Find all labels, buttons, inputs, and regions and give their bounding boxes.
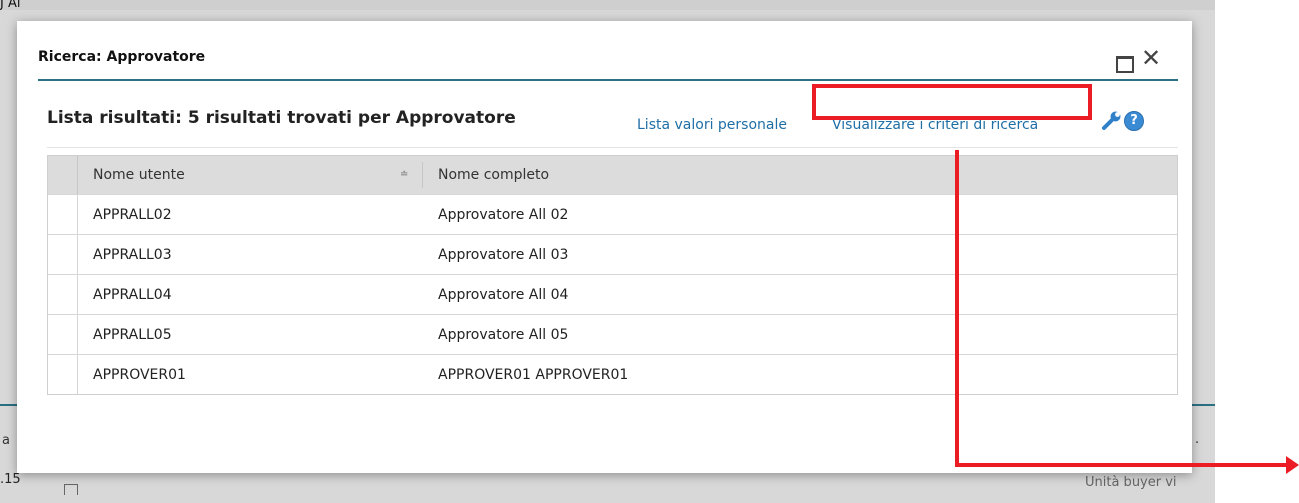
table-header: Nome utente ≐ Nome completo xyxy=(48,156,1177,194)
row-selector[interactable] xyxy=(48,195,78,234)
personal-values-link[interactable]: Lista valori personale xyxy=(637,117,787,133)
column-divider[interactable] xyxy=(422,162,423,188)
cell-username: APPRALL02 xyxy=(93,206,172,223)
dialog-title: Ricerca: Approvatore xyxy=(38,49,206,65)
background-right-text: . xyxy=(1195,432,1200,447)
cell-username: APPRALL05 xyxy=(93,326,172,343)
title-divider xyxy=(38,79,1178,81)
cell-fullname: Approvatore All 02 xyxy=(438,206,569,223)
background-top-left-text: J Al xyxy=(0,0,21,11)
background-left-cell-text: a xyxy=(2,433,10,448)
callout-arrow-icon xyxy=(1286,456,1299,474)
background-checkbox xyxy=(64,484,78,495)
table-row[interactable]: APPRALL02 Approvatore All 02 xyxy=(48,194,1177,234)
select-all-cell[interactable] xyxy=(48,156,78,194)
cell-username: APPROVER01 xyxy=(93,366,186,383)
highlight-box xyxy=(812,84,1092,120)
wrench-icon[interactable] xyxy=(1101,109,1123,131)
row-selector[interactable] xyxy=(48,315,78,354)
callout-line-vertical xyxy=(955,150,959,467)
background-header-strip xyxy=(0,0,1215,10)
table-row[interactable]: APPRALL03 Approvatore All 03 xyxy=(48,234,1177,274)
row-selector[interactable] xyxy=(48,275,78,314)
column-header-username[interactable]: Nome utente xyxy=(93,156,185,194)
callout-line-horizontal xyxy=(955,463,1290,467)
row-selector[interactable] xyxy=(48,235,78,274)
close-icon[interactable]: ✕ xyxy=(1141,46,1161,70)
cell-username: APPRALL04 xyxy=(93,286,172,303)
results-table: Nome utente ≐ Nome completo APPRALL02 Ap… xyxy=(47,155,1178,395)
row-selector[interactable] xyxy=(48,355,78,394)
cell-fullname: Approvatore All 04 xyxy=(438,286,569,303)
cell-fullname: Approvatore All 05 xyxy=(438,326,569,343)
header-separator xyxy=(47,147,1178,148)
results-title: Lista risultati: 5 risultati trovati per… xyxy=(47,108,516,128)
column-header-fullname[interactable]: Nome completo xyxy=(438,156,549,194)
cell-fullname: APPROVER01 APPROVER01 xyxy=(438,366,629,383)
table-row[interactable]: APPRALL05 Approvatore All 05 xyxy=(48,314,1177,354)
table-row[interactable]: APPROVER01 APPROVER01 APPROVER01 xyxy=(48,354,1177,394)
page-margin xyxy=(1215,0,1299,503)
cell-fullname: Approvatore All 03 xyxy=(438,246,569,263)
help-icon[interactable]: ? xyxy=(1124,111,1144,131)
background-bottom-left-text: .15 xyxy=(0,472,21,487)
sort-icon[interactable]: ≐ xyxy=(400,169,408,180)
table-row[interactable]: APPRALL04 Approvatore All 04 xyxy=(48,274,1177,314)
background-bottom-right-text: Unità buyer vi xyxy=(1085,475,1177,490)
maximize-icon[interactable] xyxy=(1116,56,1134,73)
cell-username: APPRALL03 xyxy=(93,246,172,263)
